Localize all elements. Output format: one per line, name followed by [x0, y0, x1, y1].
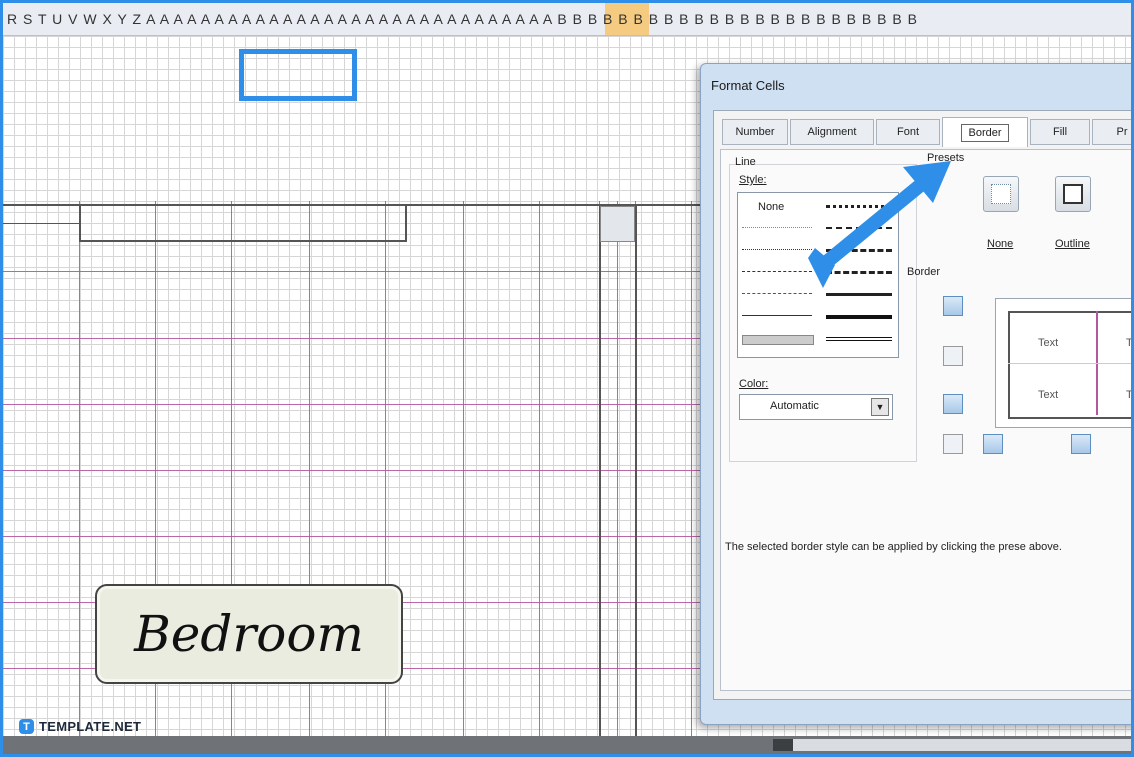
style-none-option[interactable]: None: [758, 201, 784, 213]
wall-line: [3, 204, 703, 206]
column-header-bar: R S T U V W X Y Z A A A A A A A A A A A …: [3, 3, 1131, 36]
template-net-brand: T TEMPLATE.NET: [19, 719, 141, 734]
plan-line: [691, 201, 692, 736]
chevron-down-icon[interactable]: ▼: [871, 398, 889, 416]
color-label: Color:: [739, 378, 769, 390]
tab-border-label: Border: [961, 123, 1009, 142]
bedroom-label-shape[interactable]: Bedroom: [95, 584, 403, 684]
preview-text: Text: [1038, 337, 1059, 349]
presets-label: Presets: [927, 152, 965, 164]
line-style-option[interactable]: [826, 315, 892, 319]
border-tab-highlight-box: [239, 49, 357, 101]
plan-line: [3, 338, 703, 339]
line-style-option[interactable]: [826, 227, 892, 229]
wall-line: [405, 204, 407, 242]
border-top-icon[interactable]: [943, 296, 963, 316]
screenshot-frame: R S T U V W X Y Z A A A A A A A A A A A …: [0, 0, 1134, 757]
border-middle-icon[interactable]: [943, 346, 963, 366]
tab-protection[interactable]: Pr: [1092, 119, 1131, 145]
template-net-logo-icon: T: [19, 719, 34, 734]
line-style-option[interactable]: [742, 315, 812, 316]
scroll-left-button[interactable]: [773, 739, 793, 751]
line-style-option[interactable]: [742, 227, 812, 228]
plan-line: [3, 470, 703, 471]
plan-line: [539, 201, 540, 736]
dialog-title: Format Cells: [711, 78, 785, 93]
tab-number[interactable]: Number: [722, 119, 788, 145]
tab-alignment[interactable]: Alignment: [790, 119, 874, 145]
border-center-icon[interactable]: [1071, 434, 1091, 454]
wall-line: [79, 204, 81, 242]
bedroom-label-text: Bedroom: [134, 605, 364, 663]
plan-line: [79, 201, 80, 736]
plan-line: [3, 271, 703, 272]
line-style-option[interactable]: [826, 337, 892, 341]
tab-font[interactable]: Font: [876, 119, 940, 145]
plan-line: [463, 201, 464, 736]
wall-line: [3, 223, 79, 224]
wall-line: [599, 204, 601, 736]
plan-line: [617, 201, 618, 736]
style-label: Style:: [739, 174, 767, 186]
preset-outline-button[interactable]: [1055, 176, 1091, 212]
preset-outline-icon: [1063, 184, 1083, 204]
plan-line: [3, 404, 703, 405]
format-cells-dialog: Format Cells Number Alignment Font Borde…: [700, 63, 1132, 725]
wall-line: [79, 240, 407, 242]
color-dropdown[interactable]: Automatic ▼: [739, 394, 893, 420]
line-style-option[interactable]: [826, 205, 892, 208]
border-tab-panel: Line Style: None Color: Automatic ▼ Pres…: [720, 149, 1132, 691]
border-hint-text: The selected border style can be applied…: [725, 541, 1062, 553]
column-letters[interactable]: R S T U V W X Y Z A A A A A A A A A A A …: [7, 11, 918, 27]
border-left-icon[interactable]: [983, 434, 1003, 454]
tab-border[interactable]: Border: [942, 117, 1028, 147]
scroll-track[interactable]: [793, 739, 1131, 751]
line-style-list[interactable]: None: [737, 192, 899, 358]
line-style-option[interactable]: [826, 271, 892, 274]
preview-text: Te: [1126, 389, 1132, 401]
horizontal-scrollbar[interactable]: [3, 736, 1131, 754]
line-style-option[interactable]: [826, 293, 892, 296]
preset-none-button[interactable]: [983, 176, 1019, 212]
selected-cell[interactable]: [600, 206, 635, 242]
preset-none-label: None: [987, 238, 1014, 250]
line-style-option[interactable]: [742, 271, 812, 272]
tab-fill[interactable]: Fill: [1030, 119, 1090, 145]
preview-text: Te: [1126, 337, 1132, 349]
border-label: Border: [907, 266, 941, 278]
dialog-body: Number Alignment Font Border Fill Pr Lin…: [713, 110, 1132, 700]
template-net-wordmark: TEMPLATE.NET: [39, 719, 142, 734]
border-bottom-icon[interactable]: [943, 394, 963, 414]
preset-outline-label: Outline: [1055, 238, 1090, 250]
preview-inside-horizontal: [1008, 363, 1131, 364]
preview-text: Text: [1038, 389, 1059, 401]
wall-line: [635, 204, 637, 736]
preview-frame: [1008, 311, 1131, 419]
line-style-option[interactable]: [742, 293, 812, 294]
plan-line: [3, 536, 703, 537]
line-group-label: Line: [735, 156, 756, 168]
border-preview[interactable]: Text Te Text Te: [995, 298, 1132, 428]
preset-none-icon: [991, 184, 1011, 204]
line-style-option-selected[interactable]: [742, 335, 814, 345]
line-style-option[interactable]: [742, 249, 812, 250]
color-dropdown-value: Automatic: [770, 400, 819, 412]
border-diagonal-icon[interactable]: [943, 434, 963, 454]
line-style-option[interactable]: [826, 249, 892, 252]
